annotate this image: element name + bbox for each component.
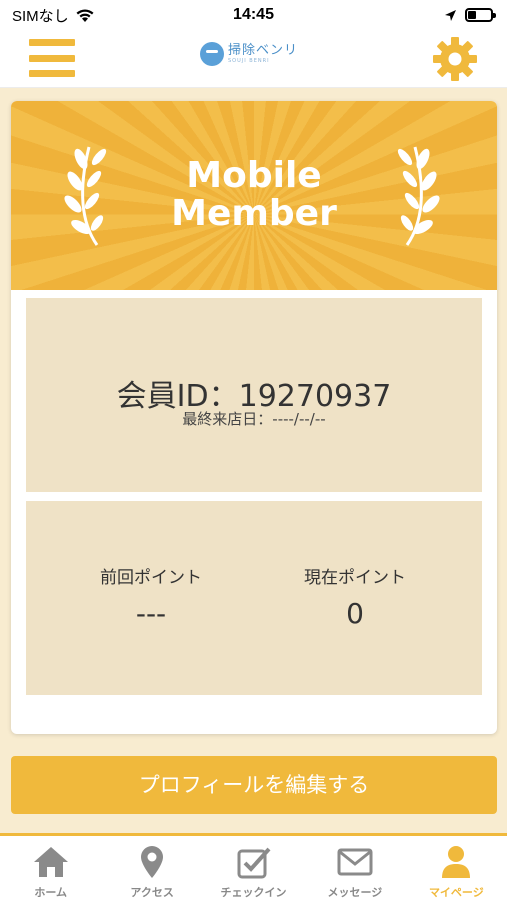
status-left: SIMなし — [12, 5, 95, 26]
status-bar: SIMなし 14:45 — [0, 0, 507, 30]
edit-profile-button[interactable]: プロフィールを編集する — [11, 756, 497, 814]
battery-level — [468, 11, 476, 19]
logo-mark-icon — [200, 42, 224, 66]
tab-checkin[interactable]: チェックイン — [203, 836, 304, 900]
tab-label: アクセス — [130, 886, 174, 899]
menu-bar — [29, 39, 75, 46]
home-icon — [33, 847, 68, 877]
status-time: 14:45 — [233, 6, 274, 23]
current-points-value: 0 — [346, 597, 364, 630]
gear-icon[interactable] — [431, 35, 479, 83]
app-header: 掃除ベンリ SOUJI BENRI — [0, 30, 507, 88]
map-pin-icon — [141, 846, 164, 878]
bottom-tab-bar: ホーム アクセス チェックイン メッセージ マイページ — [0, 833, 507, 900]
status-right — [444, 8, 496, 22]
card-banner: Mobile Member — [11, 101, 497, 290]
logo-title: 掃除ベンリ — [228, 43, 299, 58]
checkin-icon — [237, 847, 271, 879]
previous-points-label: 前回ポイント — [100, 568, 202, 588]
mail-icon — [337, 848, 373, 876]
battery-icon — [465, 8, 496, 22]
logo-subtitle: SOUJI BENRI — [228, 58, 270, 64]
tab-message[interactable]: メッセージ — [304, 836, 405, 900]
tab-label: ホーム — [34, 886, 68, 899]
tab-label: メッセージ — [327, 886, 383, 899]
member-card: Mobile Member 会員ID：19270937 最終来店日：----/-… — [11, 101, 497, 734]
previous-points-value: --- — [135, 597, 167, 630]
menu-icon[interactable] — [29, 39, 75, 77]
current-points-label: 現在ポイント — [304, 568, 406, 588]
tab-access[interactable]: アクセス — [101, 836, 202, 900]
laurel-right-icon — [397, 146, 440, 246]
location-arrow-icon — [445, 9, 456, 21]
tab-label: チェックイン — [220, 886, 287, 899]
tab-label: マイページ — [428, 886, 484, 899]
menu-bar — [29, 70, 75, 77]
carrier-label: SIMなし — [12, 7, 69, 25]
last-visit-date: 最終来店日：----/--/-- — [182, 410, 326, 428]
app-logo[interactable]: 掃除ベンリ SOUJI BENRI — [200, 42, 298, 66]
tab-mypage[interactable]: マイページ — [406, 836, 507, 900]
tab-home[interactable]: ホーム — [0, 836, 101, 900]
menu-bar — [29, 54, 75, 62]
user-icon — [442, 846, 471, 878]
wifi-icon — [76, 8, 94, 22]
logo-text: 掃除ベンリ SOUJI BENRI — [228, 43, 298, 65]
